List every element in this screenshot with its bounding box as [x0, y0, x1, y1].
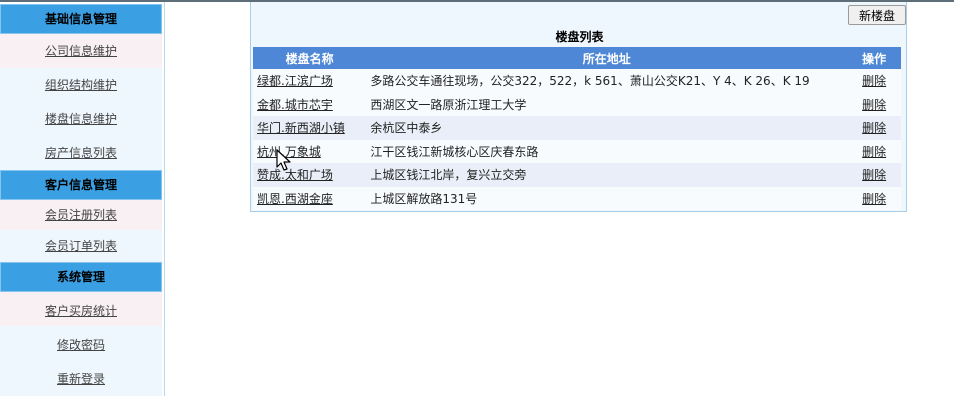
sidebar-item-member-registrations[interactable]: 会员注册列表 [0, 200, 162, 230]
sidebar-item-company-info[interactable]: 公司信息维护 [0, 34, 162, 68]
delete-link[interactable]: 删除 [862, 145, 886, 159]
table-row: 绿都.江滨广场 多路公交车通往现场，公交322，522，k 561、萧山公交K2… [253, 69, 901, 93]
building-table: 楼盘名称 所在地址 操作 绿都.江滨广场 多路公交车通往现场，公交322，522… [253, 47, 901, 210]
sidebar-item-relogin[interactable]: 重新登录 [0, 360, 162, 396]
building-address: 多路公交车通往现场，公交322，522，k 561、萧山公交K21、Y 4、K … [366, 69, 848, 93]
building-name-link[interactable]: 凯恩.西湖金座 [257, 192, 333, 206]
building-address: 余杭区中泰乡 [366, 116, 848, 140]
table-row: 金都.城市芯宇 西湖区文一路原浙江理工大学 删除 [253, 92, 901, 116]
section-header-system[interactable]: 系统管理 [0, 262, 162, 292]
sidebar-item-purchase-stats[interactable]: 客户买房统计 [0, 292, 162, 326]
sidebar-item-change-password[interactable]: 修改密码 [0, 326, 162, 360]
page-title: 楼盘列表 [555, 30, 604, 44]
building-name-link[interactable]: 赞成.太和广场 [257, 168, 333, 182]
building-address: 西湖区文一路原浙江理工大学 [366, 92, 848, 116]
delete-link[interactable]: 删除 [862, 168, 886, 182]
table-row: 赞成.太和广场 上城区钱江北岸，复兴立交旁 删除 [253, 163, 901, 187]
sidebar-item-org-structure[interactable]: 组织结构维护 [0, 68, 162, 102]
column-header-action: 操作 [847, 47, 901, 69]
building-address: 上城区钱江北岸，复兴立交旁 [366, 163, 848, 187]
table-row: 杭州.万象城 江干区钱江新城核心区庆春东路 删除 [253, 139, 901, 163]
table-row: 华门.新西湖小镇 余杭区中泰乡 删除 [253, 116, 901, 140]
building-address: 江干区钱江新城核心区庆春东路 [366, 139, 848, 163]
delete-link[interactable]: 删除 [862, 192, 886, 206]
sidebar-item-member-orders[interactable]: 会员订单列表 [0, 230, 162, 262]
building-address: 上城区解放路131号 [366, 186, 848, 210]
delete-link[interactable]: 删除 [862, 98, 886, 112]
new-building-button[interactable]: 新楼盘 [848, 5, 906, 25]
table-row: 凯恩.西湖金座 上城区解放路131号 删除 [253, 186, 901, 210]
delete-link[interactable]: 删除 [862, 121, 886, 135]
building-name-link[interactable]: 金都.城市芯宇 [257, 98, 333, 112]
column-header-address: 所在地址 [366, 47, 848, 69]
column-header-name: 楼盘名称 [253, 47, 367, 69]
section-header-basic-info[interactable]: 基础信息管理 [0, 4, 162, 34]
building-name-link[interactable]: 绿都.江滨广场 [257, 74, 333, 88]
sidebar-item-property-list[interactable]: 房产信息列表 [0, 136, 162, 170]
delete-link[interactable]: 删除 [862, 74, 886, 88]
sidebar-item-building-info[interactable]: 楼盘信息维护 [0, 102, 162, 136]
table-header-row: 楼盘名称 所在地址 操作 [253, 47, 901, 69]
building-name-link[interactable]: 杭州.万象城 [257, 145, 321, 159]
section-header-customer-info[interactable]: 客户信息管理 [0, 170, 162, 200]
building-list-panel: 新楼盘 楼盘列表 楼盘名称 所在地址 操作 绿都.江滨广场 多路公交车通往现场，… [250, 2, 907, 212]
sidebar: 基础信息管理 公司信息维护 组织结构维护 楼盘信息维护 房产信息列表 客户信息管… [0, 2, 165, 396]
building-name-link[interactable]: 华门.新西湖小镇 [257, 121, 345, 135]
